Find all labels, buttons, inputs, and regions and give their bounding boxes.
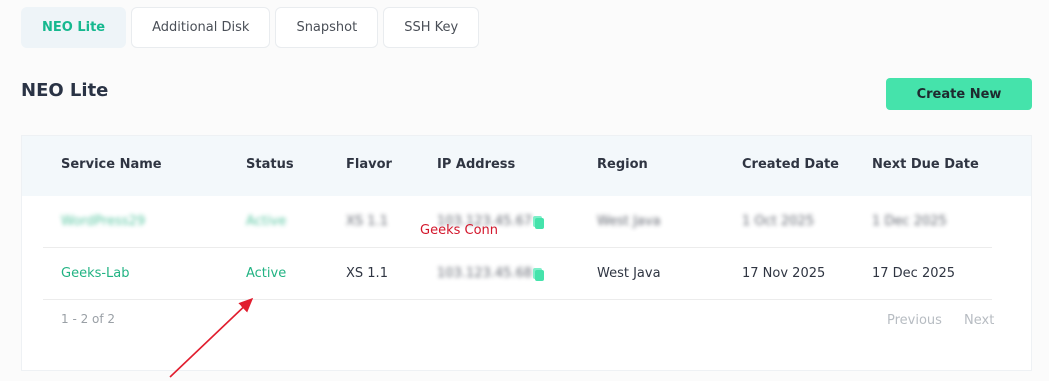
status-text: Active — [246, 214, 287, 229]
service-name-link[interactable]: Geeks-Lab — [61, 266, 130, 281]
region-text: West Java — [597, 214, 661, 229]
table-header: Service Name Status Flavor IP Address Re… — [22, 136, 1031, 196]
region-text: West Java — [597, 266, 661, 281]
next-due-date-text: 1 Dec 2025 — [872, 214, 947, 229]
annotation-text: Geeks Conn — [420, 223, 499, 238]
tab-snapshot[interactable]: Snapshot — [275, 7, 379, 48]
tab-ssh-key[interactable]: SSH Key — [383, 7, 480, 48]
header-service-name: Service Name — [61, 157, 162, 172]
create-new-button[interactable]: Create New — [886, 78, 1032, 110]
ip-address-text: 103.123.45.68 — [437, 266, 533, 281]
top-tabs: NEO Lite Additional Disk Snapshot SSH Ke… — [21, 7, 480, 48]
copy-icon[interactable] — [535, 270, 544, 281]
next-due-date-text: 17 Dec 2025 — [872, 266, 956, 281]
tab-additional-disk[interactable]: Additional Disk — [131, 7, 271, 48]
flavor-text: XS 1.1 — [346, 214, 388, 229]
header-next-due-date: Next Due Date — [872, 157, 979, 172]
header-status: Status — [246, 157, 294, 172]
copy-icon[interactable] — [535, 218, 544, 229]
row-divider — [43, 299, 992, 300]
page-title: NEO Lite — [21, 80, 109, 101]
previous-page-button[interactable]: Previous — [887, 313, 942, 328]
services-card: Service Name Status Flavor IP Address Re… — [21, 135, 1032, 371]
results-count: 1 - 2 of 2 — [61, 312, 116, 326]
flavor-text: XS 1.1 — [346, 266, 388, 281]
neo-lite-page: NEO Lite Additional Disk Snapshot SSH Ke… — [0, 0, 1049, 381]
created-date-text: 1 Oct 2025 — [742, 214, 815, 229]
header-created-date: Created Date — [742, 157, 839, 172]
tab-neo-lite[interactable]: NEO Lite — [21, 7, 127, 48]
created-date-text: 17 Nov 2025 — [742, 266, 826, 281]
next-page-button[interactable]: Next — [964, 313, 994, 328]
header-ip-address: IP Address — [437, 157, 516, 172]
service-name-link[interactable]: WordPress29 — [61, 214, 145, 229]
table-row[interactable]: WordPress29 Active XS 1.1 103.123.45.67 … — [22, 196, 1031, 248]
table-row[interactable]: Geeks-Lab Active XS 1.1 103.123.45.68 We… — [22, 248, 1031, 300]
status-text: Active — [246, 266, 287, 281]
header-region: Region — [597, 157, 648, 172]
header-flavor: Flavor — [346, 157, 392, 172]
